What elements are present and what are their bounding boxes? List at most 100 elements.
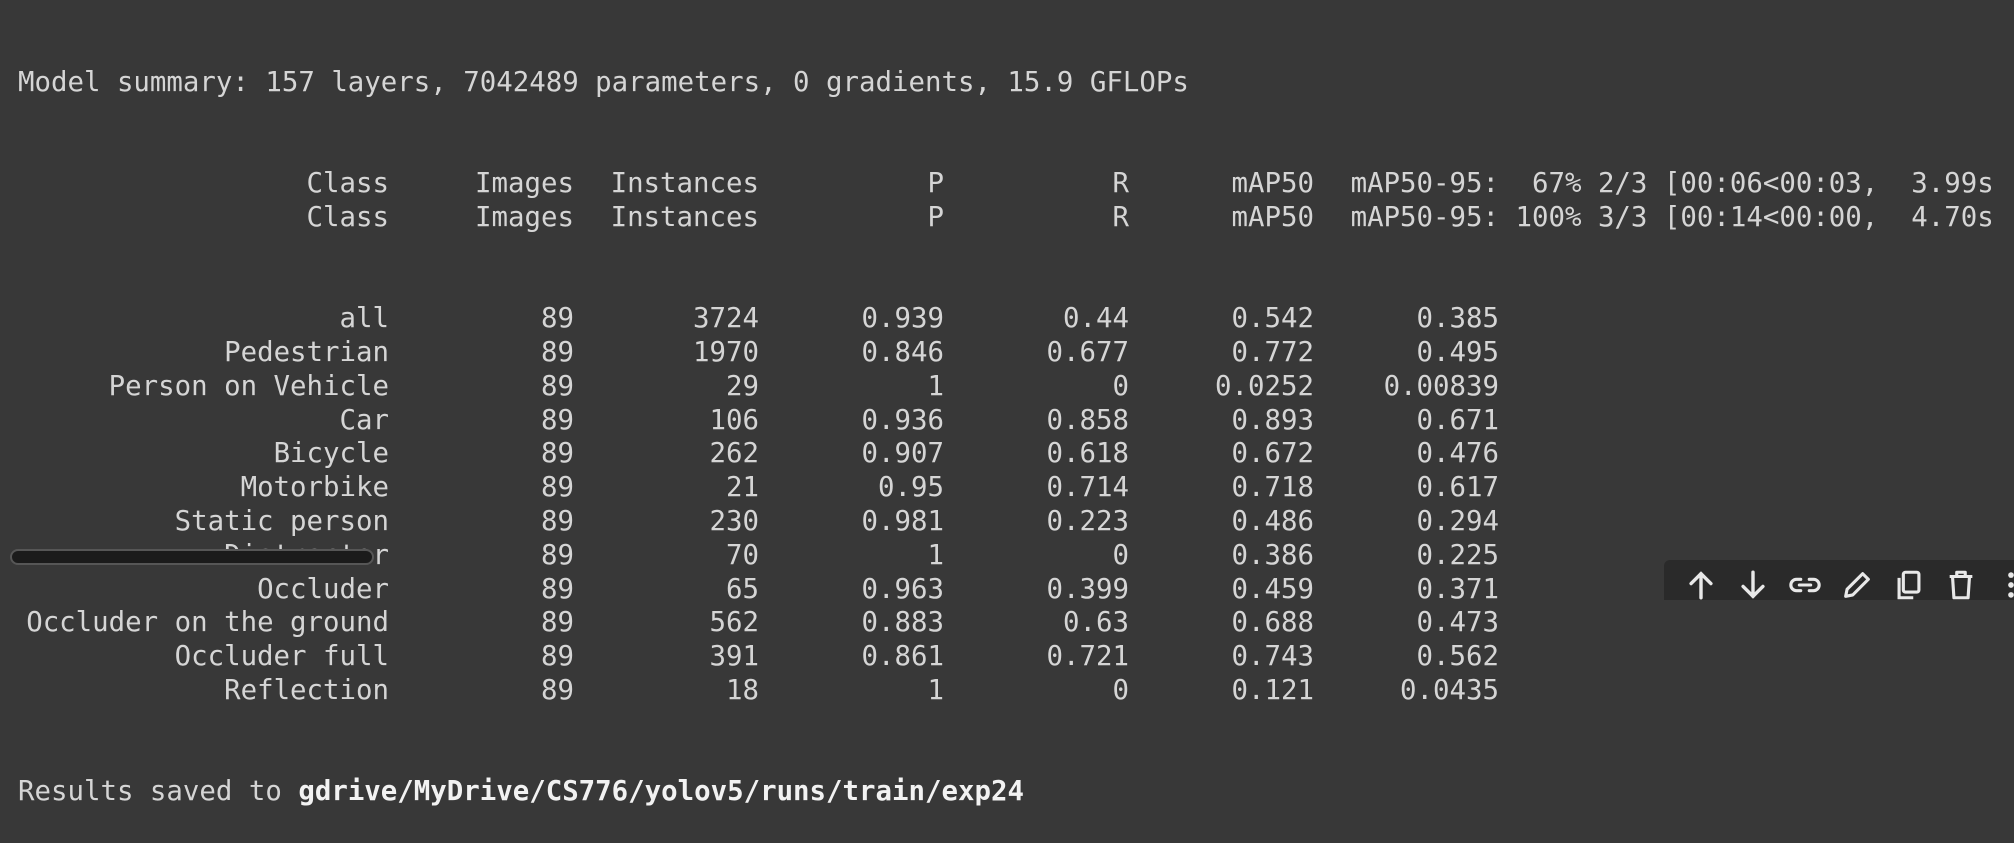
cell-instances: 21: [726, 472, 759, 504]
cell-instances: 3724: [693, 303, 759, 335]
cell-r: 0.44: [1063, 303, 1129, 335]
results-path: gdrive/MyDrive/CS776/yolov5/runs/train/e…: [298, 776, 1024, 808]
cell-instances: 230: [709, 505, 759, 537]
cell-r: 0.721: [1046, 641, 1129, 673]
cell-instances: 70: [726, 539, 759, 571]
cell-map50: 0.772: [1231, 336, 1314, 368]
cell-class: Bicycle: [273, 438, 389, 470]
cell-r: 0.618: [1046, 438, 1129, 470]
cell-map50: 0.542: [1231, 303, 1314, 335]
cell-r: 0.714: [1046, 472, 1129, 504]
cell-map50: 0.121: [1231, 674, 1314, 706]
cell-p: 0.846: [861, 336, 944, 368]
cell-instances: 106: [709, 404, 759, 436]
table-row: Bicycle 89 262 0.907 0.618 0.672 0.476: [18, 437, 1994, 471]
cell-map50: 0.688: [1231, 607, 1314, 639]
table-row: Car 89 106 0.936 0.858 0.893 0.671: [18, 404, 1994, 438]
cell-map50-95: 0.495: [1416, 336, 1499, 368]
cell-map50-95: 0.385: [1416, 303, 1499, 335]
pencil-icon[interactable]: [1840, 568, 1880, 600]
cell-toolbar: [1664, 560, 2014, 600]
header-class: Class: [306, 201, 389, 233]
cell-map50: 0.0252: [1215, 370, 1314, 402]
cell-images: 89: [541, 539, 574, 571]
cell-class: Reflection: [224, 674, 389, 706]
header-map50: mAP50: [1231, 167, 1314, 199]
arrow-up-icon[interactable]: [1684, 568, 1724, 600]
horizontal-scrollbar[interactable]: [10, 549, 374, 565]
cell-class: Static person: [174, 505, 389, 537]
cell-images: 89: [541, 674, 574, 706]
metrics-table: all 89 3724 0.939 0.44 0.542 0.385 Pedestrian 89…: [18, 302, 1994, 708]
cell-instances: 1970: [693, 336, 759, 368]
cell-instances: 391: [709, 641, 759, 673]
cell-map50-95: 0.00839: [1383, 370, 1499, 402]
table-row: all 89 3724 0.939 0.44 0.542 0.385: [18, 302, 1994, 336]
cell-p: 0.95: [878, 472, 944, 504]
cell-r: 0: [1112, 370, 1130, 402]
header-map50: mAP50: [1231, 201, 1314, 233]
summary-line: Model summary: 157 layers, 7042489 param…: [18, 66, 1189, 98]
cell-map50: 0.743: [1231, 641, 1314, 673]
cell-r: 0.858: [1046, 404, 1129, 436]
cell-map50-95: 0.476: [1416, 438, 1499, 470]
cell-p: 1: [927, 539, 945, 571]
cell-map50-95: 0.562: [1416, 641, 1499, 673]
cell-images: 89: [541, 303, 574, 335]
cell-map50-95: 0.0435: [1400, 674, 1499, 706]
cell-map50: 0.486: [1231, 505, 1314, 537]
more-icon[interactable]: [1994, 568, 2014, 600]
cell-r: 0.63: [1063, 607, 1129, 639]
cell-images: 89: [541, 472, 574, 504]
cell-map50: 0.672: [1231, 438, 1314, 470]
cell-images: 89: [541, 404, 574, 436]
table-header-row: Class Images Instances P RmAP50 mAP50-95: 100…: [18, 201, 1994, 235]
cell-class: Occluder on the ground: [26, 607, 389, 639]
cell-map50-95: 0.294: [1416, 505, 1499, 537]
header-images: Images: [475, 201, 574, 233]
table-header-row: Class Images Instances P RmAP50 mAP50-95: 67%…: [18, 167, 1994, 201]
cell-instances: 29: [726, 370, 759, 402]
cell-class: Motorbike: [240, 472, 389, 504]
cell-images: 89: [541, 505, 574, 537]
cell-p: 1: [927, 674, 945, 706]
header-instances: Instances: [610, 201, 759, 233]
arrow-down-icon[interactable]: [1736, 568, 1776, 600]
link-icon[interactable]: [1788, 568, 1828, 600]
progress-text: 67% 2/3 [00:06<00:03, 3.99s: [1499, 167, 1994, 199]
header-r: R: [1112, 167, 1130, 199]
cell-map50: 0.386: [1231, 539, 1314, 571]
cell-r: 0.399: [1046, 573, 1129, 605]
cell-map50: 0.893: [1231, 404, 1314, 436]
header-class: Class: [306, 167, 389, 199]
header-images: Images: [475, 167, 574, 199]
header-map50-95: mAP50-95:: [1350, 201, 1499, 233]
results-line: Results saved to gdrive/MyDrive/CS776/yo…: [18, 775, 1994, 809]
header-p: P: [927, 167, 945, 199]
cell-class: all: [339, 303, 389, 335]
cell-p: 0.907: [861, 438, 944, 470]
cell-map50: 0.459: [1231, 573, 1314, 605]
cell-class: Car: [339, 404, 389, 436]
cell-r: 0: [1112, 539, 1130, 571]
cell-images: 89: [541, 438, 574, 470]
table-row: Motorbike 89 21 0.95 0.714 0.718 0.617: [18, 471, 1994, 505]
cell-images: 89: [541, 641, 574, 673]
table-row: Person on Vehicle 89 29 1 0 0.0252 0.00839: [18, 370, 1994, 404]
cell-class: Pedestrian: [224, 336, 389, 368]
cell-instances: 65: [726, 573, 759, 605]
progress-text: 100% 3/3 [00:14<00:00, 4.70s: [1499, 201, 1994, 233]
table-row: Occluder full 89 391 0.861 0.721 0.743 0.562: [18, 640, 1994, 674]
cell-class: Occluder full: [174, 641, 389, 673]
header-instances: Instances: [610, 167, 759, 199]
cell-p: 0.883: [861, 607, 944, 639]
cell-p: 0.936: [861, 404, 944, 436]
table-row: Reflection 89 18 1 0 0.121 0.0435: [18, 674, 1994, 708]
cell-instances: 18: [726, 674, 759, 706]
trash-icon[interactable]: [1944, 568, 1984, 600]
results-prefix: Results saved to: [18, 776, 299, 808]
copy-icon[interactable]: [1892, 568, 1932, 600]
cell-instances: 262: [709, 438, 759, 470]
cell-map50-95: 0.371: [1416, 573, 1499, 605]
table-header-rows: Class Images Instances P RmAP50 mAP50-95: 67%…: [18, 167, 1994, 235]
